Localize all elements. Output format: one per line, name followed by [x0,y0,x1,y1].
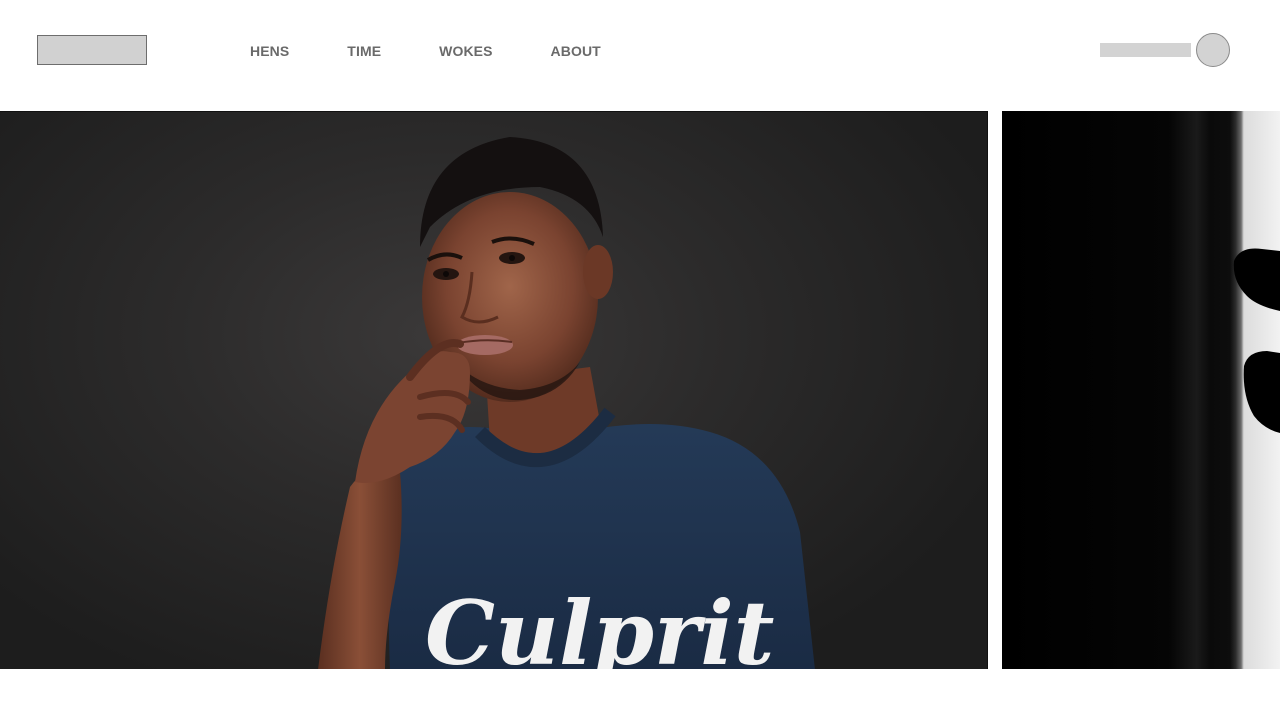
site-header: HENS TIME WOKES ABOUT [0,0,1280,110]
search-bar-placeholder[interactable] [1100,43,1191,57]
shirt-print-text: Culprit [425,581,774,669]
logo-placeholder[interactable] [37,35,147,65]
gallery-slide-next[interactable] [1002,111,1280,669]
photo-gallery: Culprit [0,111,1280,669]
nav-link-time[interactable]: TIME [347,43,381,59]
nav-link-about[interactable]: ABOUT [551,43,601,59]
bw-photo-partial [1233,248,1280,433]
avatar-placeholder[interactable] [1196,33,1230,67]
portrait-photo: Culprit [318,137,815,669]
nav-link-hens[interactable]: HENS [250,43,289,59]
nav-link-wokes[interactable]: WOKES [439,43,492,59]
main-nav: HENS TIME WOKES ABOUT [250,43,601,59]
gallery-slide-portrait[interactable]: Culprit [0,111,988,669]
